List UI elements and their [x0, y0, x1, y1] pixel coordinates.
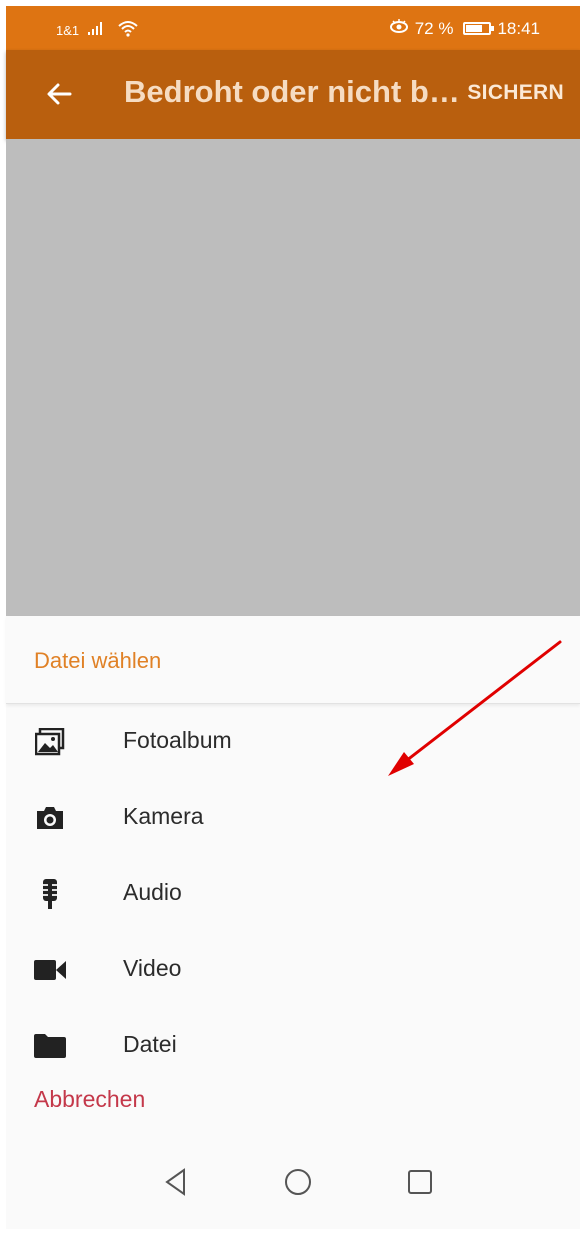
nav-back-icon[interactable]: [156, 1162, 196, 1202]
nav-recents-icon[interactable]: [400, 1162, 440, 1202]
video-camera-icon: [28, 932, 72, 1008]
camera-icon: [28, 780, 72, 856]
system-nav-bar: [6, 1140, 580, 1229]
photo-album-icon: [28, 704, 72, 780]
eye-comfort-icon: [389, 18, 409, 39]
status-left: 1&1: [56, 19, 139, 42]
page-title: Bedroht oder nicht b…: [124, 74, 460, 109]
status-right: 72 % 18:41: [389, 18, 540, 39]
sheet-title: Datei wählen: [34, 648, 162, 673]
nav-home-icon[interactable]: [278, 1162, 318, 1202]
status-bar: 1&1 72 % 18:41: [6, 6, 580, 50]
battery-icon: [463, 22, 495, 35]
battery-percent: 72 %: [414, 18, 454, 38]
menu-item-audio[interactable]: Audio: [6, 856, 580, 932]
menu-item-video[interactable]: Video: [6, 932, 580, 1008]
clock: 18:41: [497, 18, 540, 38]
folder-icon: [28, 1008, 72, 1084]
menu-item-kamera[interactable]: Kamera: [6, 780, 580, 856]
wifi-icon: [117, 19, 139, 42]
save-button[interactable]: SICHERN: [467, 81, 564, 105]
cancel-button[interactable]: Abbrechen: [34, 1086, 145, 1113]
signal-icon: [87, 20, 109, 41]
modal-scrim[interactable]: [6, 139, 580, 616]
menu-item-datei[interactable]: Datei: [6, 1008, 580, 1084]
menu-item-label: Datei: [123, 1031, 177, 1057]
carrier-label: 1&1: [56, 23, 80, 38]
menu-item-label: Fotoalbum: [123, 727, 232, 753]
app-bar: Bedroht oder nicht b… SICHERN: [6, 50, 580, 139]
microphone-icon: [28, 856, 72, 932]
menu-item-label: Video: [123, 955, 182, 981]
back-arrow-icon[interactable]: [42, 72, 86, 116]
menu-item-label: Audio: [123, 879, 182, 905]
annotation-arrow: [388, 640, 562, 776]
menu-item-label: Kamera: [123, 803, 204, 829]
